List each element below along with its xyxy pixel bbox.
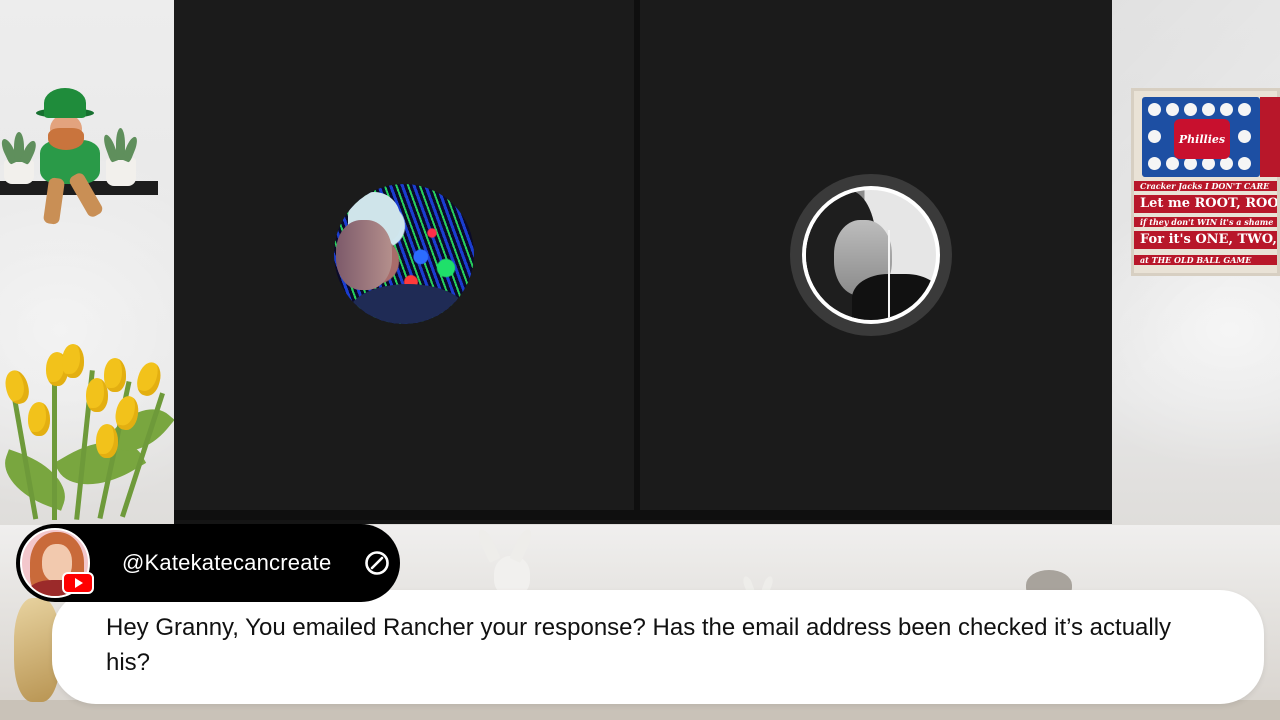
- baseball-icon: [1148, 130, 1161, 143]
- phillies-sign: Phillies Cracker Jacks I DON'T CARE Let …: [1131, 88, 1280, 276]
- leprechaun-beard: [48, 128, 84, 150]
- sign-line: at THE OLD BALL GAME: [1134, 255, 1277, 265]
- participant-tile-right[interactable]: [640, 0, 1112, 510]
- tulip-stem: [52, 380, 57, 520]
- tulip-bouquet: [0, 340, 178, 530]
- youtube-icon: [62, 572, 94, 594]
- avatar-face: [336, 220, 392, 290]
- baseball-icon: [1166, 157, 1179, 170]
- chat-message-bubble: Hey Granny, You emailed Rancher your res…: [52, 590, 1264, 704]
- participant-tile-left[interactable]: [174, 0, 634, 510]
- tulip-flower: [96, 424, 118, 458]
- avatar-border: [802, 186, 940, 324]
- chat-username: @Katekatecancreate: [122, 550, 332, 575]
- plant-pot-right: [106, 158, 136, 186]
- baseball-icon: [1238, 130, 1251, 143]
- avatar-shirt: [348, 284, 468, 324]
- sign-line: Cracker Jacks I DON'T CARE: [1134, 181, 1277, 191]
- sign-line: if they don't WIN it's a shame: [1134, 217, 1277, 227]
- plant-pot-left: [4, 160, 34, 184]
- tulip-flower: [28, 402, 50, 436]
- baseball-icon: [1202, 103, 1215, 116]
- baseball-icon: [1148, 157, 1161, 170]
- tulip-flower: [1, 367, 33, 407]
- baseball-icon: [1238, 157, 1251, 170]
- participant-avatar-left: [334, 184, 474, 324]
- tulip-flower: [62, 344, 84, 378]
- baseball-icon: [1238, 103, 1251, 116]
- sign-line: Let me ROOT, ROOT, ROOT: [1134, 195, 1277, 213]
- baseball-icon: [1148, 103, 1161, 116]
- leprechaun-hat: [44, 88, 86, 118]
- tulip-flower: [104, 358, 126, 392]
- baseball-icon: [1166, 103, 1179, 116]
- baseball-icon: [1220, 103, 1233, 116]
- sign-flag: Phillies: [1142, 97, 1260, 177]
- sign-stripe-right: [1260, 97, 1280, 177]
- avatar-shirt: [852, 274, 936, 320]
- earphone-cord: [888, 230, 890, 320]
- chat-user-pill: @Katekatecancreate: [16, 524, 400, 602]
- speaking-ring: [790, 174, 952, 336]
- moderator-slash-icon: [365, 551, 389, 575]
- sign-line: For it's ONE, TWO, THREE: [1134, 231, 1277, 249]
- chat-message-text: Hey Granny, You emailed Rancher your res…: [106, 614, 1172, 676]
- phillies-logo: Phillies: [1174, 119, 1230, 159]
- baseball-icon: [1184, 103, 1197, 116]
- play-icon: [75, 578, 83, 588]
- participant-avatar-right: [806, 190, 936, 320]
- video-call-stage: [174, 0, 1112, 524]
